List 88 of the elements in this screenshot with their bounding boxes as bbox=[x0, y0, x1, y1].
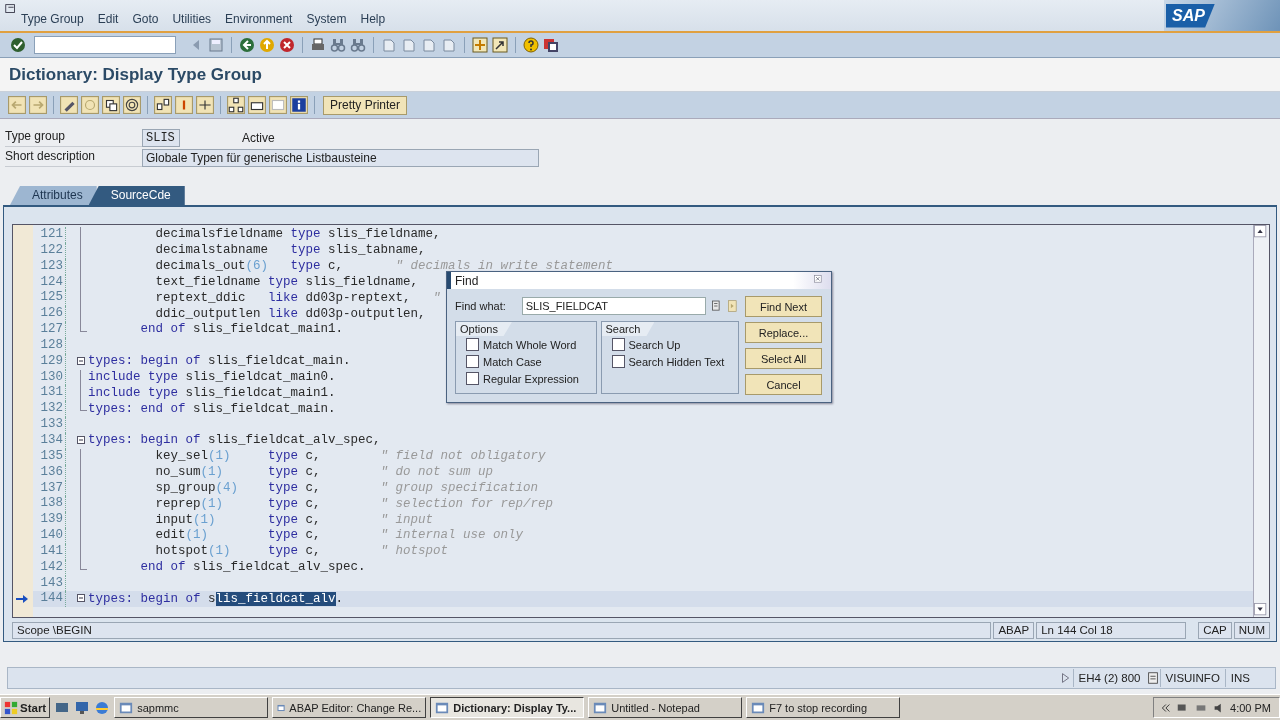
caps-status: CAP bbox=[1198, 622, 1232, 639]
pretty-printer-button[interactable]: Pretty Printer bbox=[323, 95, 408, 115]
server-status: VISUINFO bbox=[1159, 669, 1225, 687]
find-field[interactable]: SLIS_FIELDCAT bbox=[521, 297, 707, 315]
checkbox-label: Regular Expression bbox=[483, 372, 579, 385]
code-line: include type slis_fieldcat_main1. bbox=[88, 385, 336, 401]
line-number: 126 bbox=[33, 306, 66, 323]
clock: 4:00 PM bbox=[1230, 701, 1271, 714]
cursor-position: Ln 144 Col 18 bbox=[1036, 622, 1187, 639]
code-line: types: begin of slis_fieldcat_alv_spec, bbox=[88, 433, 381, 449]
menu-item[interactable]: Help bbox=[353, 12, 393, 26]
code-line: reprep(1) type c, " selection for rep/rep bbox=[154, 496, 554, 512]
taskbar-item[interactable]: F7 to stop recording bbox=[746, 697, 901, 718]
line-number: 121 bbox=[33, 227, 66, 243]
line-number: 136 bbox=[33, 464, 66, 481]
line-number: 132 bbox=[33, 401, 66, 418]
screen-title: Dictionary: Display Type Group bbox=[8, 64, 263, 85]
line-number: 144 bbox=[33, 591, 66, 608]
taskbar-item[interactable]: Dictionary: Display Ty... bbox=[430, 697, 585, 718]
code-line: decimalstabname type slis_tabname, bbox=[154, 243, 426, 259]
checkbox-label: Search Up bbox=[628, 338, 681, 351]
language-status: ABAP bbox=[993, 622, 1035, 639]
code-line: types: end of slis_fieldcat_main. bbox=[88, 401, 336, 417]
line-number: 123 bbox=[33, 258, 66, 275]
line-number: 129 bbox=[33, 353, 66, 370]
line-number: 125 bbox=[33, 290, 66, 307]
code-line: hotspot(1) type c, " hotspot bbox=[154, 544, 449, 560]
line-number: 137 bbox=[33, 480, 66, 497]
dialog-button[interactable]: Cancel bbox=[745, 374, 822, 395]
code-line: input(1) type c, " input bbox=[154, 512, 434, 528]
type-group-field[interactable]: SLIS bbox=[142, 129, 180, 147]
code-line: reptext_ddic like dd03p-reptext, " bbox=[154, 290, 441, 306]
num-status: NUM bbox=[1233, 622, 1270, 639]
line-number: 139 bbox=[33, 512, 66, 529]
line-number: 128 bbox=[33, 337, 66, 354]
status-text: Active bbox=[242, 131, 275, 145]
tab[interactable]: SourceCde bbox=[88, 186, 185, 205]
code-line: no_sum(1) type c, " do not sum up bbox=[154, 465, 494, 481]
code-line: sp_group(4) type c, " group specification bbox=[154, 480, 539, 496]
group-title: Search bbox=[601, 322, 655, 336]
code-line: end of slis_fieldcat_alv_spec. bbox=[139, 560, 366, 576]
start-button[interactable]: Start bbox=[0, 697, 51, 718]
menu-item[interactable]: System bbox=[299, 12, 354, 26]
code-line: decimalsfieldname type slis_fieldname, bbox=[154, 227, 441, 243]
code-line: types: begin of slis_fieldcat_main. bbox=[88, 354, 351, 370]
menu-item[interactable]: Edit bbox=[90, 12, 126, 26]
code-line: include type slis_fieldcat_main0. bbox=[88, 370, 336, 385]
taskbar-item[interactable]: Untitled - Notepad bbox=[588, 697, 743, 718]
insert-mode-status: INS bbox=[1224, 669, 1255, 687]
dialog-button[interactable]: Select All bbox=[745, 348, 822, 369]
line-number: 130 bbox=[33, 369, 66, 386]
code-line: decimals_out(6) type c, " decimals in write statement bbox=[154, 259, 614, 275]
scope-status: Scope \BEGIN bbox=[12, 622, 992, 639]
code-line: text_fieldname type slis_fieldname, bbox=[154, 274, 419, 290]
menu-item[interactable]: Type Group bbox=[14, 12, 91, 26]
line-number: 134 bbox=[33, 432, 66, 449]
line-number: 127 bbox=[33, 322, 66, 338]
checkbox-label: Match Whole Word bbox=[483, 338, 577, 351]
line-number: 124 bbox=[33, 274, 66, 291]
code-line: ddic_outputlen like dd03p-outputlen, bbox=[154, 306, 426, 322]
system-status: EH4 (2) 800 bbox=[1072, 669, 1146, 687]
taskbar-item[interactable]: sapmmc bbox=[114, 697, 269, 718]
code-line: types: begin of slis_fieldcat_alv. bbox=[88, 591, 344, 607]
find-label: Find what: bbox=[455, 300, 507, 312]
menu-item[interactable]: Utilities bbox=[165, 12, 219, 26]
taskbar-item[interactable]: ABAP Editor: Change Re... bbox=[272, 697, 427, 718]
line-number: 142 bbox=[33, 559, 66, 576]
dialog-button[interactable]: Find Next bbox=[745, 296, 822, 317]
dialog-button[interactable]: Replace... bbox=[745, 322, 822, 343]
line-number: 135 bbox=[33, 448, 66, 465]
line-number: 131 bbox=[33, 385, 66, 402]
line-number: 138 bbox=[33, 496, 66, 513]
menu-item[interactable]: Goto bbox=[125, 12, 166, 26]
sap-logo: SAP bbox=[1166, 3, 1215, 28]
line-number: 133 bbox=[33, 417, 66, 433]
menu-item[interactable]: Environment bbox=[218, 12, 300, 26]
line-number: 140 bbox=[33, 528, 66, 544]
checkbox-label: Search Hidden Text bbox=[628, 355, 725, 368]
line-number: 141 bbox=[33, 543, 66, 560]
group-title: Options bbox=[456, 322, 512, 336]
description-field[interactable]: Globale Typen für generische Listbausteine bbox=[142, 149, 539, 167]
tab[interactable]: Attributes bbox=[10, 186, 97, 205]
checkbox-label: Match Case bbox=[483, 355, 542, 368]
code-line: edit(1) type c, " internal use only bbox=[154, 528, 524, 544]
code-line: key_sel(1) type c, " field not obligatory bbox=[154, 449, 546, 465]
code-line: end of slis_fieldcat_main1. bbox=[139, 322, 344, 338]
dialog-title: Find bbox=[455, 273, 479, 288]
line-number: 122 bbox=[33, 242, 66, 259]
